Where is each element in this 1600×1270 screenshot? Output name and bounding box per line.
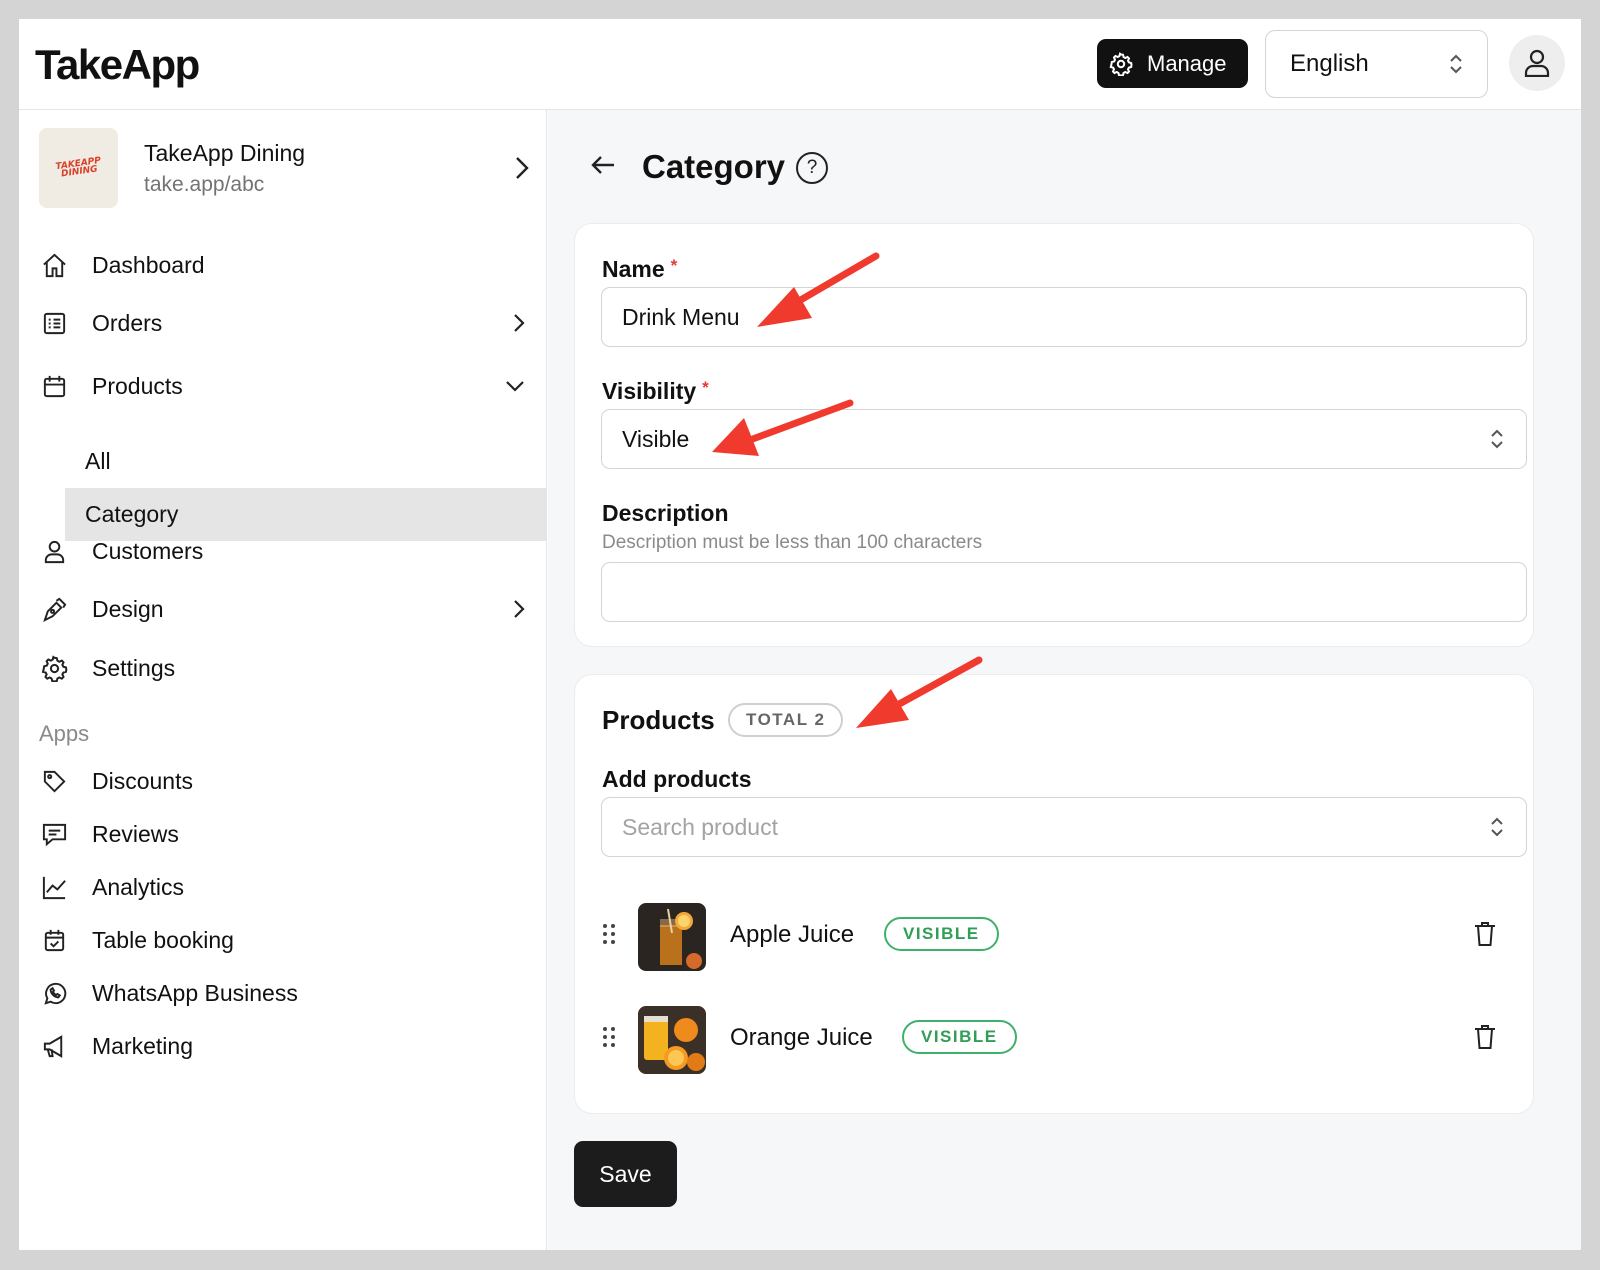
apple-juice-image	[638, 903, 706, 971]
megaphone-icon	[43, 1035, 63, 1058]
store-switcher[interactable]: TAKEAPP DINING TakeApp Dining take.app/ab…	[39, 128, 529, 208]
sidebar-item-label: Table booking	[92, 926, 234, 953]
sidebar-item-label: Design	[92, 595, 164, 622]
trash-icon[interactable]	[1474, 1024, 1496, 1050]
pen-icon	[43, 597, 67, 623]
chevron-down-icon	[506, 381, 524, 392]
description-label: Description	[602, 500, 729, 526]
search-placeholder: Search product	[622, 813, 778, 840]
sidebar-item-products[interactable]: Products	[19, 362, 547, 410]
name-value: Drink Menu	[622, 303, 740, 330]
visibility-value: Visible	[622, 425, 690, 452]
sidebar-item-settings[interactable]: Settings	[19, 644, 547, 692]
sidebar-item-label: Customers	[92, 537, 204, 564]
app-logo[interactable]: TakeApp	[35, 41, 200, 89]
orders-icon	[43, 312, 66, 335]
product-row: Apple Juice VISIBLE	[575, 901, 1533, 971]
chevron-updown-icon	[1491, 817, 1503, 837]
subitem-label: All	[85, 448, 111, 474]
store-logo: TAKEAPP DINING	[39, 128, 118, 208]
products-title: Products	[602, 705, 715, 735]
add-products-label: Add products	[602, 766, 752, 792]
sidebar-item-design[interactable]: Design	[19, 585, 547, 633]
orange-juice-image	[638, 1006, 706, 1074]
products-icon	[43, 375, 66, 398]
sidebar: TAKEAPP DINING TakeApp Dining take.app/ab…	[19, 110, 547, 1250]
app-window: TakeApp Manage English TAKEAPP DINING Tak…	[19, 19, 1581, 1250]
chevron-updown-icon	[1450, 54, 1462, 74]
manage-button[interactable]: Manage	[1097, 39, 1248, 88]
subitem-label: Category	[85, 501, 179, 527]
trash-icon[interactable]	[1474, 921, 1496, 947]
chevron-right-icon	[514, 314, 525, 332]
visibility-select[interactable]: Visible	[601, 409, 1527, 469]
sidebar-item-marketing[interactable]: Marketing	[19, 1022, 547, 1070]
tag-icon	[43, 770, 66, 793]
store-name: TakeApp Dining	[144, 140, 306, 166]
manage-label: Manage	[1147, 50, 1227, 76]
sidebar-item-table-booking[interactable]: Table booking	[19, 916, 547, 964]
sidebar-item-label: Orders	[92, 309, 163, 336]
visibility-label: Visibility *	[602, 378, 709, 404]
product-name[interactable]: Apple Juice	[730, 921, 854, 949]
user-icon	[1524, 49, 1550, 77]
sidebar-item-label: WhatsApp Business	[92, 979, 298, 1006]
language-select[interactable]: English	[1265, 30, 1488, 98]
name-label: Name *	[602, 256, 678, 282]
page-title: Category	[642, 148, 786, 185]
status-badge: VISIBLE	[884, 917, 999, 951]
gear-icon	[1109, 51, 1133, 76]
sidebar-item-dashboard[interactable]: Dashboard	[19, 241, 547, 289]
sidebar-item-orders[interactable]: Orders	[19, 299, 547, 347]
sidebar-item-label: Reviews	[92, 820, 179, 847]
chevron-right-icon	[516, 157, 529, 179]
drag-handle-icon[interactable]	[602, 1026, 616, 1048]
sidebar-item-label: Products	[92, 372, 183, 399]
sidebar-item-label: Discounts	[92, 767, 193, 794]
category-details-card: Name * Drink Menu Visibility * Visible Des…	[574, 223, 1534, 647]
sidebar-subitem-all[interactable]: All	[65, 435, 547, 488]
chevron-updown-icon	[1491, 429, 1503, 449]
status-badge: VISIBLE	[902, 1020, 1017, 1054]
sidebar-item-analytics[interactable]: Analytics	[19, 863, 547, 911]
store-url: take.app/abc	[144, 173, 265, 196]
calendar-icon	[44, 929, 65, 952]
sidebar-item-reviews[interactable]: Reviews	[19, 810, 547, 858]
chart-icon	[42, 876, 66, 900]
product-row: Orange Juice VISIBLE	[575, 1004, 1533, 1074]
name-input[interactable]: Drink Menu	[601, 287, 1527, 347]
products-card: Products TOTAL 2 Add products Search pro…	[574, 674, 1534, 1114]
sidebar-item-label: Settings	[92, 654, 176, 681]
sidebar-item-label: Analytics	[92, 873, 185, 900]
description-input[interactable]	[601, 562, 1527, 622]
sidebar-item-label: Dashboard	[92, 251, 205, 278]
user-icon	[44, 540, 65, 564]
chevron-right-icon	[514, 600, 525, 618]
drag-handle-icon[interactable]	[602, 923, 616, 945]
save-button[interactable]: Save	[574, 1141, 677, 1207]
main-content: Category ? Name * Drink Menu Visibility * …	[548, 110, 1581, 1250]
back-arrow-icon[interactable]	[590, 154, 616, 176]
sidebar-item-customers[interactable]: Customers	[19, 527, 547, 575]
home-icon	[43, 253, 66, 278]
apps-heading: Apps	[39, 721, 90, 746]
gear-icon	[41, 655, 68, 682]
language-value: English	[1290, 50, 1369, 77]
sidebar-item-label: Marketing	[92, 1032, 193, 1059]
help-icon[interactable]: ?	[796, 152, 828, 184]
product-name[interactable]: Orange Juice	[730, 1024, 873, 1052]
total-badge: TOTAL 2	[728, 703, 844, 737]
top-header: TakeApp Manage English	[19, 19, 1581, 110]
sidebar-item-whatsapp-business[interactable]: WhatsApp Business	[19, 969, 547, 1017]
whatsapp-icon	[44, 982, 67, 1005]
chat-icon	[42, 823, 67, 847]
sidebar-item-discounts[interactable]: Discounts	[19, 757, 547, 805]
user-avatar[interactable]	[1509, 35, 1565, 91]
search-product-input[interactable]: Search product	[601, 797, 1527, 857]
description-hint: Description must be less than 100 charac…	[602, 532, 983, 553]
